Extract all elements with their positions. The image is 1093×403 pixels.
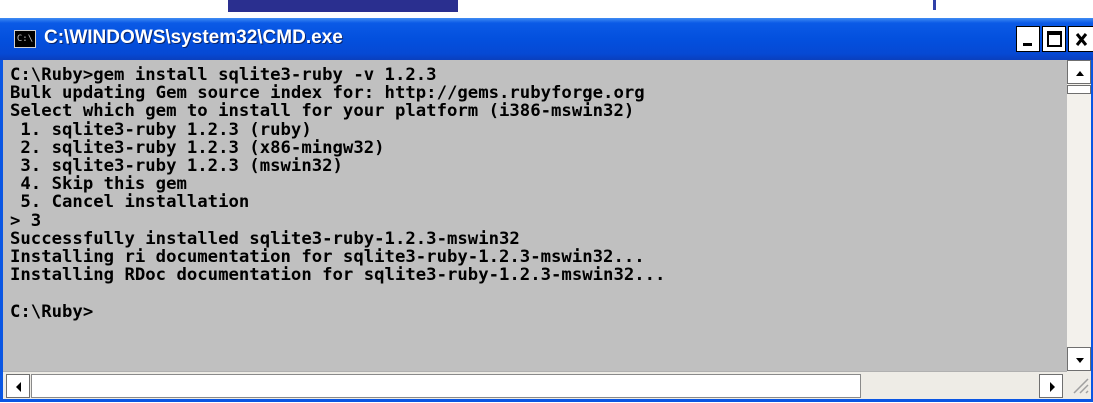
vertical-scroll-thumb[interactable] (1067, 85, 1091, 94)
console-line: Installing RDoc documentation for sqlite… (10, 265, 666, 286)
maximize-icon (1047, 31, 1062, 47)
console-output: C:\Ruby>gem install sqlite3-ruby -v 1.2.… (10, 66, 665, 321)
minimize-icon (1023, 43, 1032, 46)
console-line: C:\Ruby>gem install sqlite3-ruby -v 1.2.… (10, 65, 437, 85)
desktop-background (0, 0, 1093, 20)
console-line: 5. Cancel installation (10, 192, 250, 213)
window-title: C:\WINDOWS\system32\CMD.exe (44, 27, 343, 48)
background-window-strip (228, 0, 458, 12)
arrow-down-icon (1076, 358, 1084, 363)
cmd-icon[interactable]: C:\ (14, 30, 36, 48)
console-area[interactable]: C:\Ruby>gem install sqlite3-ruby -v 1.2.… (3, 60, 1067, 371)
resize-grip-icon (1073, 378, 1089, 394)
minimize-button[interactable] (1016, 26, 1040, 52)
resize-grip[interactable] (1067, 371, 1091, 399)
console-line: C:\Ruby> (10, 301, 94, 322)
horizontal-scroll-thumb[interactable] (31, 374, 861, 398)
arrow-left-icon (16, 382, 21, 392)
close-button[interactable] (1068, 26, 1093, 52)
console-line: 1. sqlite3-ruby 1.2.3 (ruby) (10, 119, 312, 140)
console-line: 4. Skip this gem (10, 174, 187, 195)
vertical-scrollbar[interactable] (1067, 60, 1091, 371)
horizontal-scrollbar[interactable] (3, 371, 1067, 399)
console-line: 3. sqlite3-ruby 1.2.3 (mswin32) (10, 156, 343, 177)
console-line: Successfully installed sqlite3-ruby-1.2.… (10, 228, 520, 249)
console-line: Installing ri documentation for sqlite3-… (10, 247, 645, 268)
scroll-right-button[interactable] (1039, 374, 1063, 398)
cmd-window: C:\ C:\WINDOWS\system32\CMD.exe C:\Ruby>… (0, 18, 1093, 402)
scroll-left-button[interactable] (6, 374, 30, 398)
console-line: Bulk updating Gem source index for: http… (10, 83, 645, 104)
console-line: Select which gem to install for your pla… (10, 101, 635, 122)
arrow-up-icon (1076, 71, 1084, 76)
console-line: > 3 (10, 210, 42, 231)
scroll-up-button[interactable] (1067, 60, 1091, 84)
maximize-button[interactable] (1042, 26, 1066, 52)
scroll-down-button[interactable] (1067, 347, 1091, 371)
background-mark (933, 0, 936, 10)
console-line: 2. sqlite3-ruby 1.2.3 (x86-mingw32) (10, 137, 385, 158)
arrow-right-icon (1050, 382, 1055, 392)
close-icon (1075, 33, 1088, 46)
title-bar[interactable]: C:\ C:\WINDOWS\system32\CMD.exe (0, 18, 1093, 60)
